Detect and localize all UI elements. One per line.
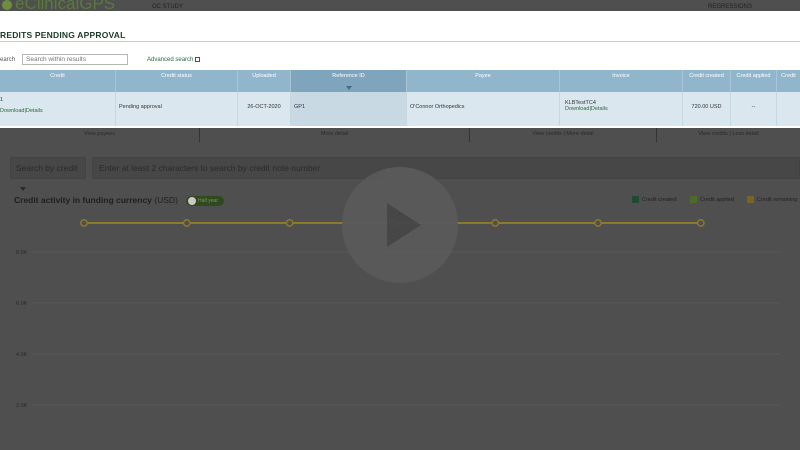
cell-uploaded: 26-OCT-2020 bbox=[238, 92, 291, 126]
legend-label: Credit created bbox=[642, 196, 677, 203]
credit-id: 1 bbox=[0, 97, 4, 103]
cell-credit-remaining bbox=[777, 92, 800, 126]
column-credit-created[interactable]: Credit created bbox=[683, 70, 731, 92]
legend-item-created: Credit created bbox=[632, 196, 677, 203]
search-within-results-input[interactable] bbox=[22, 54, 128, 65]
cell-credit: 1 Download|Details bbox=[0, 92, 116, 126]
column-uploaded[interactable]: Uploaded bbox=[238, 70, 291, 92]
search-by-dropdown[interactable]: Search by credit bbox=[10, 157, 86, 191]
chevron-down-icon bbox=[20, 186, 26, 191]
data-point[interactable] bbox=[285, 219, 294, 227]
data-point[interactable] bbox=[696, 219, 705, 227]
advanced-search-label: Advanced search bbox=[147, 57, 194, 64]
data-point[interactable] bbox=[182, 219, 191, 227]
view-credits-more-link[interactable]: View credits | More detail bbox=[470, 128, 657, 142]
credit-search-input[interactable]: Enter at least 2 characters to search by… bbox=[92, 157, 800, 179]
cell-reference-id: GP1 bbox=[291, 92, 407, 126]
cell-credit-status: Pending approval bbox=[116, 92, 238, 126]
chart-currency: (USD) bbox=[154, 195, 178, 205]
y-tick-label: 6.0K bbox=[16, 301, 28, 307]
credits-pending-panel: REDITS PENDING APPROVAL earch Advanced s… bbox=[0, 11, 800, 128]
legend-swatch bbox=[747, 196, 754, 203]
invoice-download-details-link[interactable]: Download|Details bbox=[565, 106, 682, 112]
chart-y-tick-labels: 8.0K 6.0K 4.0K 2.0K bbox=[16, 250, 28, 409]
column-payee[interactable]: Payee bbox=[407, 70, 560, 92]
toggle-label: Half year bbox=[198, 198, 219, 204]
external-link-icon bbox=[195, 57, 201, 62]
table-row[interactable]: 1 Download|Details Pending approval 26-OC… bbox=[0, 92, 800, 126]
legend-item-remaining: Credit remaining bbox=[747, 196, 797, 203]
view-payees-link[interactable]: View payees bbox=[0, 128, 200, 142]
legend-swatch bbox=[690, 196, 697, 203]
logo-icon bbox=[2, 0, 12, 10]
cell-invoice: KLBTestTC4 Download|Details bbox=[560, 92, 683, 126]
more-detail-link[interactable]: More detail bbox=[200, 128, 470, 142]
toggle-knob bbox=[188, 197, 196, 205]
column-credit-status[interactable]: Credit status bbox=[116, 70, 238, 92]
chart-title: Credit activity in funding currency (USD… bbox=[14, 195, 178, 205]
summary-links-row: View payees More detail View credits | M… bbox=[0, 128, 800, 142]
data-point[interactable] bbox=[594, 219, 602, 227]
video-play-button[interactable] bbox=[342, 167, 458, 283]
study-name[interactable]: OC STUDY bbox=[152, 4, 183, 10]
search-by-label: Search by credit bbox=[16, 163, 78, 173]
user-menu[interactable]: REGRESSIONS bbox=[708, 4, 752, 10]
panel-divider bbox=[0, 41, 800, 42]
search-label: earch bbox=[0, 57, 16, 63]
panel-title: REDITS PENDING APPROVAL bbox=[0, 30, 126, 40]
data-point[interactable] bbox=[491, 219, 500, 227]
column-reference-id[interactable]: Reference ID bbox=[291, 70, 407, 92]
column-credit[interactable]: Credit bbox=[0, 70, 116, 92]
y-tick-label: 2.0K bbox=[16, 403, 28, 409]
column-credit-remaining[interactable]: Credit bbox=[777, 70, 800, 92]
y-tick-label: 8.0K bbox=[16, 250, 28, 256]
legend-swatch bbox=[632, 196, 639, 203]
column-credit-applied[interactable]: Credit applied bbox=[731, 70, 777, 92]
table-header: Credit Credit status Uploaded Reference … bbox=[0, 70, 800, 92]
advanced-search-link[interactable]: Advanced search bbox=[147, 57, 201, 64]
sort-down-icon bbox=[345, 86, 352, 90]
credit-download-details-link[interactable]: Download|Details bbox=[0, 108, 115, 114]
cell-payee: O'Connor Orthopedics bbox=[407, 92, 560, 126]
data-point[interactable] bbox=[80, 219, 88, 227]
legend-label: Credit applied bbox=[700, 196, 734, 203]
half-year-toggle[interactable]: Half year bbox=[186, 196, 224, 206]
y-tick-label: 4.0K bbox=[16, 352, 28, 358]
view-credits-less-link[interactable]: View credits | Less detail bbox=[657, 128, 800, 142]
cell-credit-created: 720.00 USD bbox=[683, 92, 731, 126]
legend-item-applied: Credit applied bbox=[690, 196, 734, 203]
column-label: Reference ID bbox=[332, 73, 365, 79]
column-invoice[interactable]: Invoice bbox=[560, 70, 683, 92]
play-icon bbox=[387, 203, 421, 247]
cell-credit-applied: -- bbox=[731, 92, 777, 126]
chart-title-text: Credit activity in funding currency bbox=[14, 195, 152, 205]
legend-label: Credit remaining bbox=[757, 196, 798, 203]
